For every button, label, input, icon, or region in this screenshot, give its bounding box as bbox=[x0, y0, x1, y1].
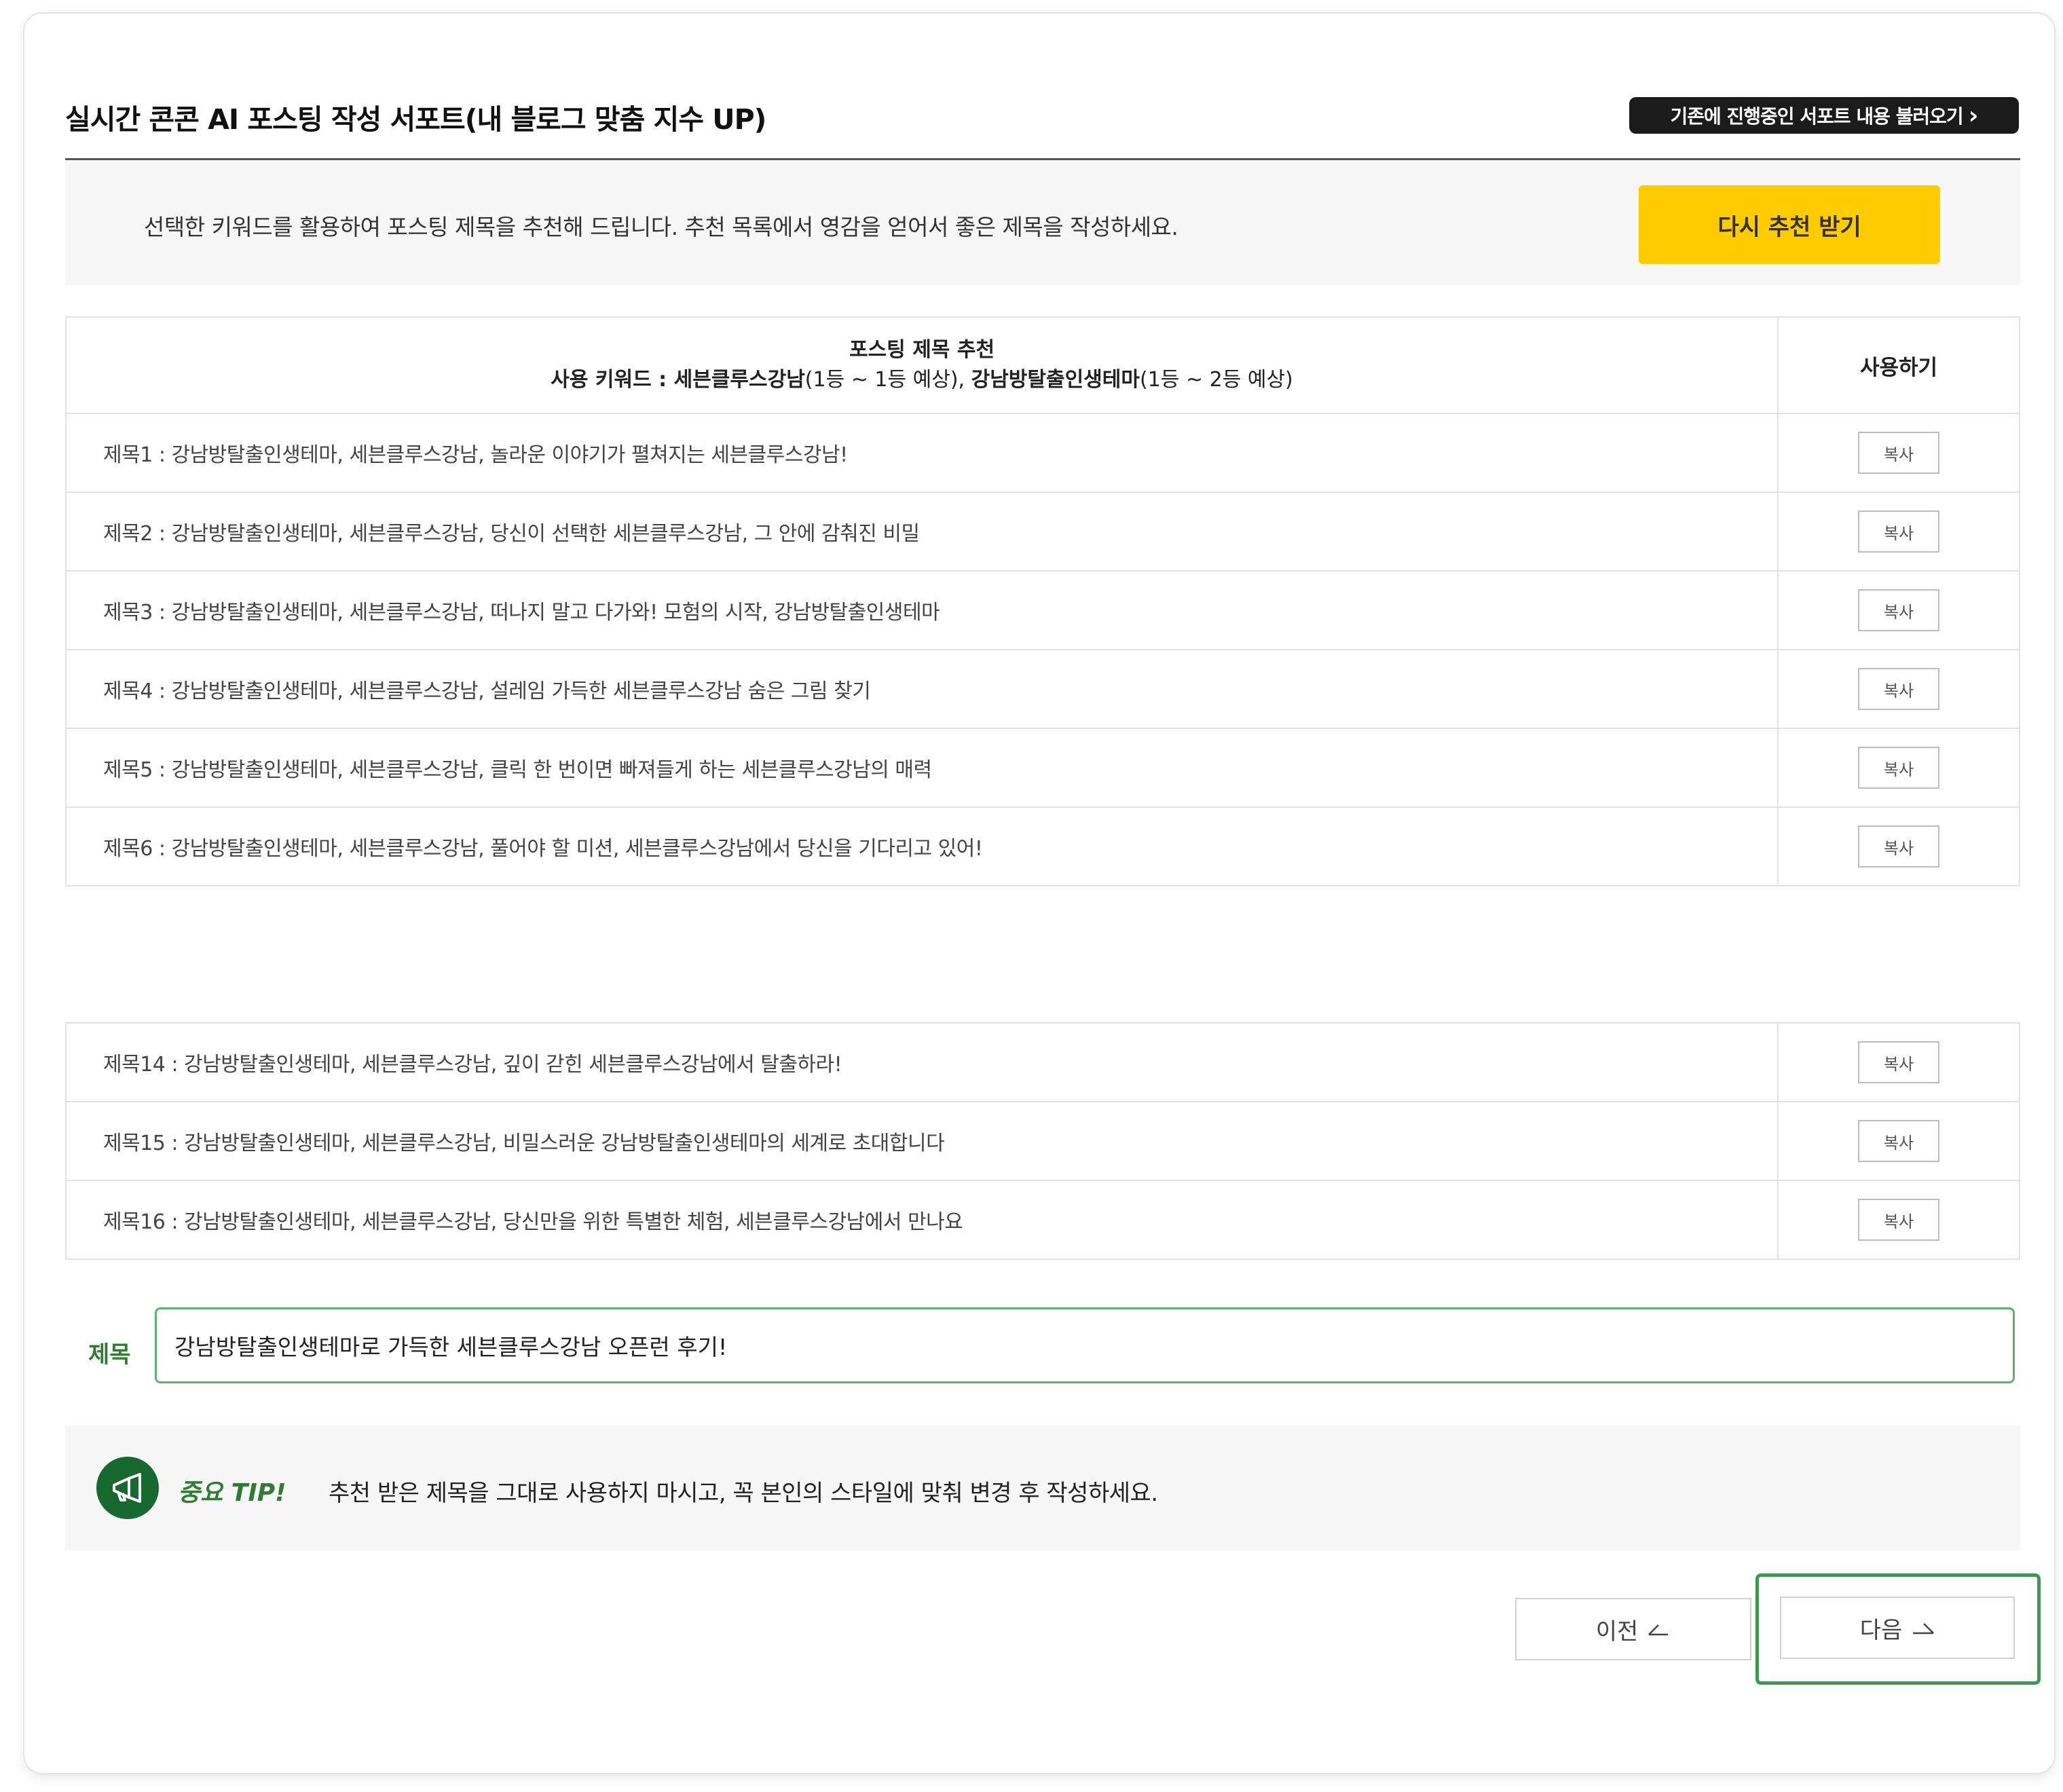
recommended-title: 제목15 : 강남방탈출인생테마, 세븐클루스강남, 비밀스러운 강남방탈출인생… bbox=[65, 1101, 1779, 1181]
copy-cell: 복사 bbox=[1777, 413, 2020, 493]
keyword-2-rank: (1등 ~ 2등 예상) bbox=[1140, 368, 1293, 392]
prev-button[interactable]: 이전 bbox=[1515, 1598, 1751, 1660]
megaphone-icon bbox=[96, 1457, 159, 1519]
keyword-1: 세븐클루스강남 bbox=[673, 368, 805, 392]
copy-cell: 복사 bbox=[1777, 1180, 2020, 1260]
recommended-title: 제목16 : 강남방탈출인생테마, 세븐클루스강남, 당신만을 위한 특별한 체… bbox=[65, 1180, 1779, 1260]
table-row: 제목5 : 강남방탈출인생테마, 세븐클루스강남, 클릭 한 번이면 빠져들게 … bbox=[65, 728, 2020, 808]
table-header: 포스팅 제목 추천 사용 키워드 : 세븐클루스강남(1등 ~ 1등 예상), … bbox=[65, 316, 1779, 414]
recommended-title: 제목14 : 강남방탈출인생테마, 세븐클루스강남, 깊이 갇힌 세븐클루스강남… bbox=[65, 1022, 1779, 1102]
copy-button[interactable]: 복사 bbox=[1858, 1041, 1939, 1083]
recommended-title: 제목3 : 강남방탈출인생테마, 세븐클루스강남, 떠나지 말고 다가와! 모험… bbox=[65, 570, 1779, 650]
prev-label: 이전 bbox=[1595, 1618, 1639, 1645]
copy-cell: 복사 bbox=[1777, 728, 2020, 808]
tip-label: 중요 TIP! bbox=[178, 1479, 286, 1507]
chevron-right-icon: › bbox=[1968, 101, 1979, 130]
info-banner: 선택한 키워드를 활용하여 포스팅 제목을 추천해 드립니다. 추천 목록에서 … bbox=[65, 160, 2020, 285]
subject-label: 제목 bbox=[88, 1341, 131, 1368]
copy-cell: 복사 bbox=[1777, 491, 2020, 572]
keywords-label: 사용 키워드 : bbox=[551, 368, 674, 392]
next-label: 다음 bbox=[1859, 1616, 1903, 1644]
tip-banner: 중요 TIP! 추천 받은 제목을 그대로 사용하지 마시고, 꼭 본인의 스타… bbox=[65, 1425, 2020, 1550]
table-row: 제목15 : 강남방탈출인생테마, 세븐클루스강남, 비밀스러운 강남방탈출인생… bbox=[65, 1101, 2020, 1181]
load-previous-support-button[interactable]: 기존에 진행중인 서포트 내용 불러오기 › bbox=[1629, 97, 2019, 134]
table-row: 제목2 : 강남방탈출인생테마, 세븐클루스강남, 당신이 선택한 세븐클루스강… bbox=[65, 491, 2020, 572]
recommended-title: 제목4 : 강남방탈출인생테마, 세븐클루스강남, 설레임 가득한 세븐클루스강… bbox=[65, 649, 1779, 729]
table-row: 제목4 : 강남방탈출인생테마, 세븐클루스강남, 설레임 가득한 세븐클루스강… bbox=[65, 649, 2020, 729]
copy-cell: 복사 bbox=[1777, 649, 2020, 729]
copy-cell: 복사 bbox=[1777, 806, 2020, 886]
copy-cell: 복사 bbox=[1777, 1022, 2020, 1102]
regenerate-button[interactable]: 다시 추천 받기 bbox=[1639, 185, 1940, 264]
tip-text: 추천 받은 제목을 그대로 사용하지 마시고, 꼭 본인의 스타일에 맞춰 변경… bbox=[329, 1480, 1158, 1507]
table-row: 제목3 : 강남방탈출인생테마, 세븐클루스강남, 떠나지 말고 다가와! 모험… bbox=[65, 570, 2020, 650]
load-button-label: 기존에 진행중인 서포트 내용 불러오기 bbox=[1670, 105, 1964, 128]
copy-cell: 복사 bbox=[1777, 570, 2020, 650]
subject-input[interactable] bbox=[155, 1307, 2015, 1383]
copy-button[interactable]: 복사 bbox=[1858, 510, 1939, 553]
next-button[interactable]: 다음 bbox=[1780, 1597, 2015, 1659]
recommended-title: 제목5 : 강남방탈출인생테마, 세븐클루스강남, 클릭 한 번이면 빠져들게 … bbox=[65, 728, 1779, 808]
recommendation-table-continued: 제목14 : 강남방탈출인생테마, 세븐클루스강남, 깊이 갇힌 세븐클루스강남… bbox=[65, 1022, 2020, 1260]
keyword-1-rank: (1등 ~ 1등 예상), bbox=[804, 368, 971, 392]
recommended-title: 제목1 : 강남방탈출인생테마, 세븐클루스강남, 놀라운 이야기가 펼쳐지는 … bbox=[65, 413, 1779, 493]
copy-button[interactable]: 복사 bbox=[1858, 1199, 1939, 1241]
keyword-summary: 사용 키워드 : 세븐클루스강남(1등 ~ 1등 예상), 강남방탈출인생테마(… bbox=[67, 365, 1777, 395]
table-row: 제목14 : 강남방탈출인생테마, 세븐클루스강남, 깊이 갇힌 세븐클루스강남… bbox=[65, 1022, 2020, 1102]
info-text: 선택한 키워드를 활용하여 포스팅 제목을 추천해 드립니다. 추천 목록에서 … bbox=[144, 214, 1178, 240]
copy-cell: 복사 bbox=[1777, 1101, 2020, 1181]
copy-button[interactable]: 복사 bbox=[1858, 589, 1939, 631]
arrow-right-icon bbox=[1913, 1623, 1935, 1635]
copy-button[interactable]: 복사 bbox=[1858, 825, 1939, 867]
recommended-title: 제목2 : 강남방탈출인생테마, 세븐클루스강남, 당신이 선택한 세븐클루스강… bbox=[65, 491, 1779, 572]
keyword-2: 강남방탈출인생테마 bbox=[971, 368, 1140, 392]
table-row: 제목1 : 강남방탈출인생테마, 세븐클루스강남, 놀라운 이야기가 펼쳐지는 … bbox=[65, 413, 2020, 493]
arrow-left-icon bbox=[1648, 1624, 1669, 1636]
copy-button[interactable]: 복사 bbox=[1858, 668, 1939, 710]
use-column-header: 사용하기 bbox=[1777, 316, 2020, 414]
table-row: 제목16 : 강남방탈출인생테마, 세븐클루스강남, 당신만을 위한 특별한 체… bbox=[65, 1180, 2020, 1260]
copy-button[interactable]: 복사 bbox=[1858, 432, 1939, 474]
page-title: 실시간 콘콘 AI 포스팅 작성 서포트(내 블로그 맞춤 지수 UP) bbox=[65, 103, 766, 136]
table-heading: 포스팅 제목 추천 bbox=[849, 338, 995, 362]
copy-button[interactable]: 복사 bbox=[1858, 747, 1939, 789]
recommendation-table: 포스팅 제목 추천 사용 키워드 : 세븐클루스강남(1등 ~ 1등 예상), … bbox=[65, 316, 2020, 886]
copy-button[interactable]: 복사 bbox=[1858, 1120, 1939, 1162]
recommended-title: 제목6 : 강남방탈출인생테마, 세븐클루스강남, 풀어야 할 미션, 세븐클루… bbox=[65, 806, 1779, 886]
table-row: 제목6 : 강남방탈출인생테마, 세븐클루스강남, 풀어야 할 미션, 세븐클루… bbox=[65, 806, 2020, 886]
